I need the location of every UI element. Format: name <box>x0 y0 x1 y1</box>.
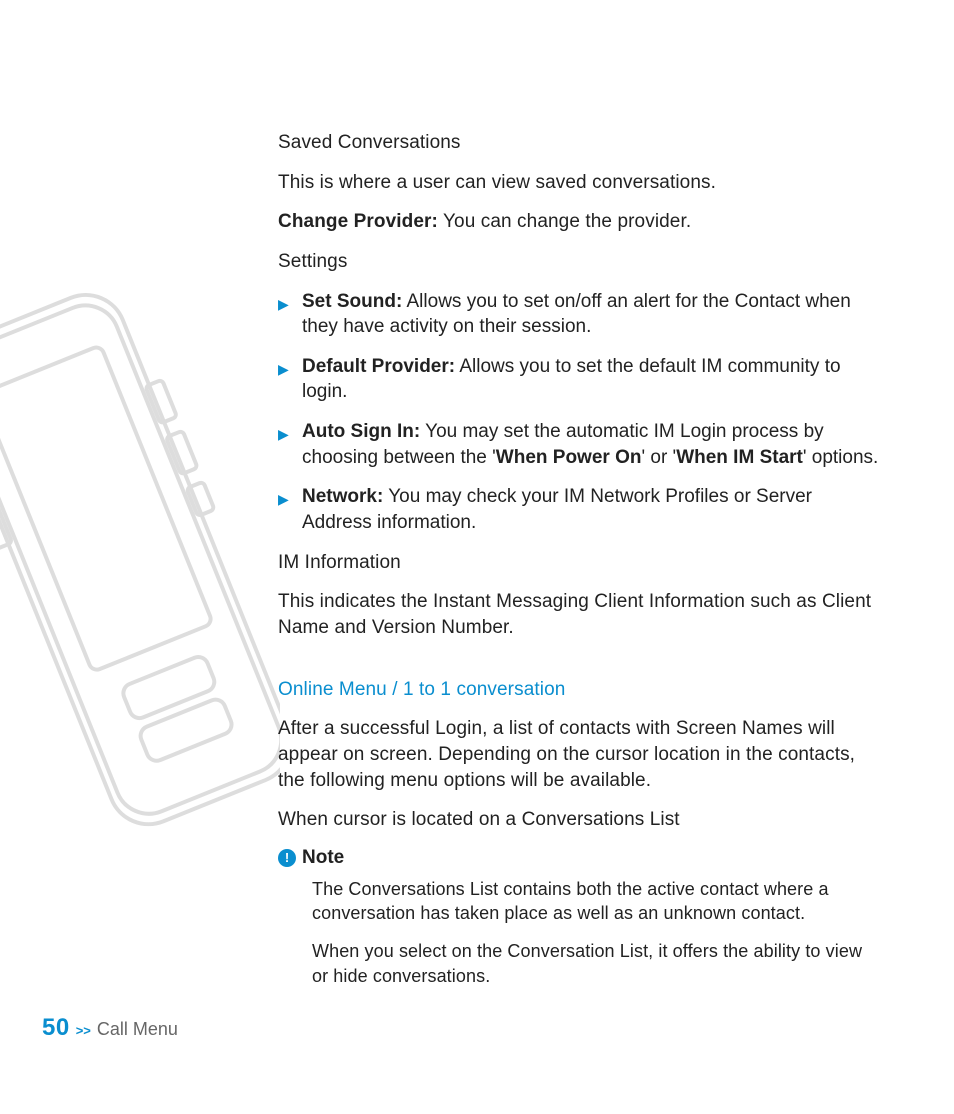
manual-page: Saved Conversations This is where a user… <box>0 0 954 1114</box>
network-label: Network: <box>302 486 383 507</box>
note-exclamation-icon: ! <box>278 849 296 867</box>
saved-conversations-body: This is where a user can view saved conv… <box>278 170 883 196</box>
triangle-icon: ▶ <box>278 295 289 314</box>
note-label: Note <box>302 847 344 869</box>
page-number: 50 <box>42 1014 70 1042</box>
setting-default-provider: ▶ Default Provider: Allows you to set th… <box>278 354 883 405</box>
triangle-icon: ▶ <box>278 425 289 444</box>
im-information-body: This indicates the Instant Messaging Cli… <box>278 589 883 640</box>
triangle-icon: ▶ <box>278 490 289 509</box>
change-provider-body: You can change the provider. <box>438 211 691 232</box>
setting-set-sound: ▶ Set Sound: Allows you to set on/off an… <box>278 289 883 340</box>
auto-sign-in-opt2: When IM Start <box>676 447 803 468</box>
page-content: Saved Conversations This is where a user… <box>278 130 883 1002</box>
online-menu-heading: Online Menu / 1 to 1 conversation <box>278 677 883 703</box>
default-provider-label: Default Provider: <box>302 356 455 377</box>
set-sound-label: Set Sound: <box>302 291 402 312</box>
note-body: The Conversations List contains both the… <box>278 877 883 988</box>
change-provider-line: Change Provider: You can change the prov… <box>278 209 883 235</box>
settings-list: ▶ Set Sound: Allows you to set on/off an… <box>278 289 883 536</box>
settings-heading: Settings <box>278 249 883 275</box>
note-paragraph-1: The Conversations List contains both the… <box>312 877 883 926</box>
auto-sign-in-label: Auto Sign In: <box>302 421 420 442</box>
cursor-conversations-heading: When cursor is located on a Conversation… <box>278 807 883 833</box>
change-provider-label: Change Provider: <box>278 211 438 232</box>
auto-sign-in-mid: ' or ' <box>641 447 676 468</box>
online-menu-intro: After a successful Login, a list of cont… <box>278 716 883 793</box>
page-separator: >> <box>76 1023 91 1038</box>
note-paragraph-2: When you select on the Conversation List… <box>312 939 883 988</box>
page-footer: 50 >> Call Menu <box>42 1014 178 1042</box>
triangle-icon: ▶ <box>278 360 289 379</box>
note-title: ! Note <box>278 847 883 869</box>
saved-conversations-heading: Saved Conversations <box>278 130 883 156</box>
note-block: ! Note The Conversations List contains b… <box>278 847 883 988</box>
auto-sign-in-opt1: When Power On <box>496 447 642 468</box>
setting-auto-sign-in: ▶ Auto Sign In: You may set the automati… <box>278 419 883 470</box>
phone-outline-illustration <box>0 280 280 880</box>
auto-sign-in-body-b: ' options. <box>803 447 878 468</box>
setting-network: ▶ Network: You may check your IM Network… <box>278 484 883 535</box>
page-section-label: Call Menu <box>97 1019 178 1040</box>
im-information-heading: IM Information <box>278 550 883 576</box>
